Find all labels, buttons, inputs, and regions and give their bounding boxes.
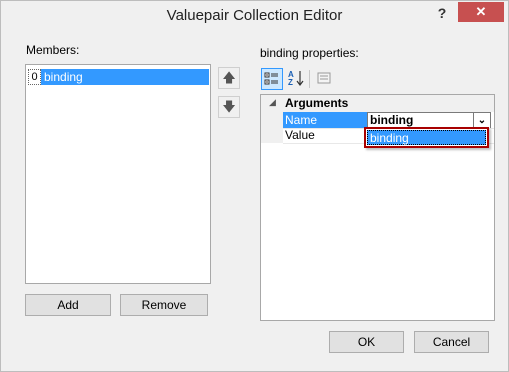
- collection-editor-dialog: Valuepair Collection Editor ? ✕ Members:…: [0, 0, 509, 372]
- property-toolbar: A Z: [261, 68, 339, 90]
- categorized-icon: [264, 72, 278, 85]
- category-row[interactable]: ◢ Arguments: [261, 95, 494, 112]
- move-up-button[interactable]: 🡅: [218, 67, 240, 89]
- dropdown-option[interactable]: binding: [367, 130, 486, 145]
- arrow-up-icon: 🡅: [222, 70, 236, 85]
- alphabetical-button[interactable]: A Z: [285, 68, 307, 90]
- remove-button[interactable]: Remove: [120, 294, 208, 316]
- move-down-button[interactable]: 🡇: [218, 96, 240, 118]
- toolbar-separator: [309, 70, 310, 88]
- members-list[interactable]: 0 binding: [25, 64, 211, 284]
- arrow-down-icon: 🡇: [222, 99, 236, 114]
- list-item-index: 0: [28, 69, 41, 85]
- ok-button[interactable]: OK: [329, 331, 404, 353]
- add-button[interactable]: Add: [25, 294, 111, 316]
- chevron-down-icon[interactable]: ⌄: [473, 113, 490, 128]
- svg-text:Z: Z: [288, 78, 293, 87]
- help-button[interactable]: ?: [428, 2, 456, 24]
- name-dropdown-list[interactable]: binding: [364, 127, 489, 148]
- property-name-name[interactable]: Name: [283, 112, 367, 128]
- property-pages-button[interactable]: [313, 68, 335, 90]
- property-name-value[interactable]: Value: [283, 127, 367, 143]
- list-item-label: binding: [44, 70, 83, 84]
- properties-label: binding properties:: [260, 46, 359, 60]
- categorized-button[interactable]: [261, 68, 283, 90]
- close-button[interactable]: ✕: [458, 2, 504, 22]
- members-label: Members:: [26, 43, 80, 57]
- category-label: Arguments: [285, 96, 349, 110]
- alphabetical-icon: A Z: [288, 70, 304, 87]
- list-item[interactable]: 0 binding: [28, 69, 209, 85]
- property-pages-icon: [317, 72, 331, 84]
- name-value-text: binding: [370, 113, 414, 127]
- title-bar: Valuepair Collection Editor ? ✕: [1, 1, 508, 34]
- collapse-arrow-icon[interactable]: ◢: [269, 97, 276, 108]
- cancel-button[interactable]: Cancel: [414, 331, 489, 353]
